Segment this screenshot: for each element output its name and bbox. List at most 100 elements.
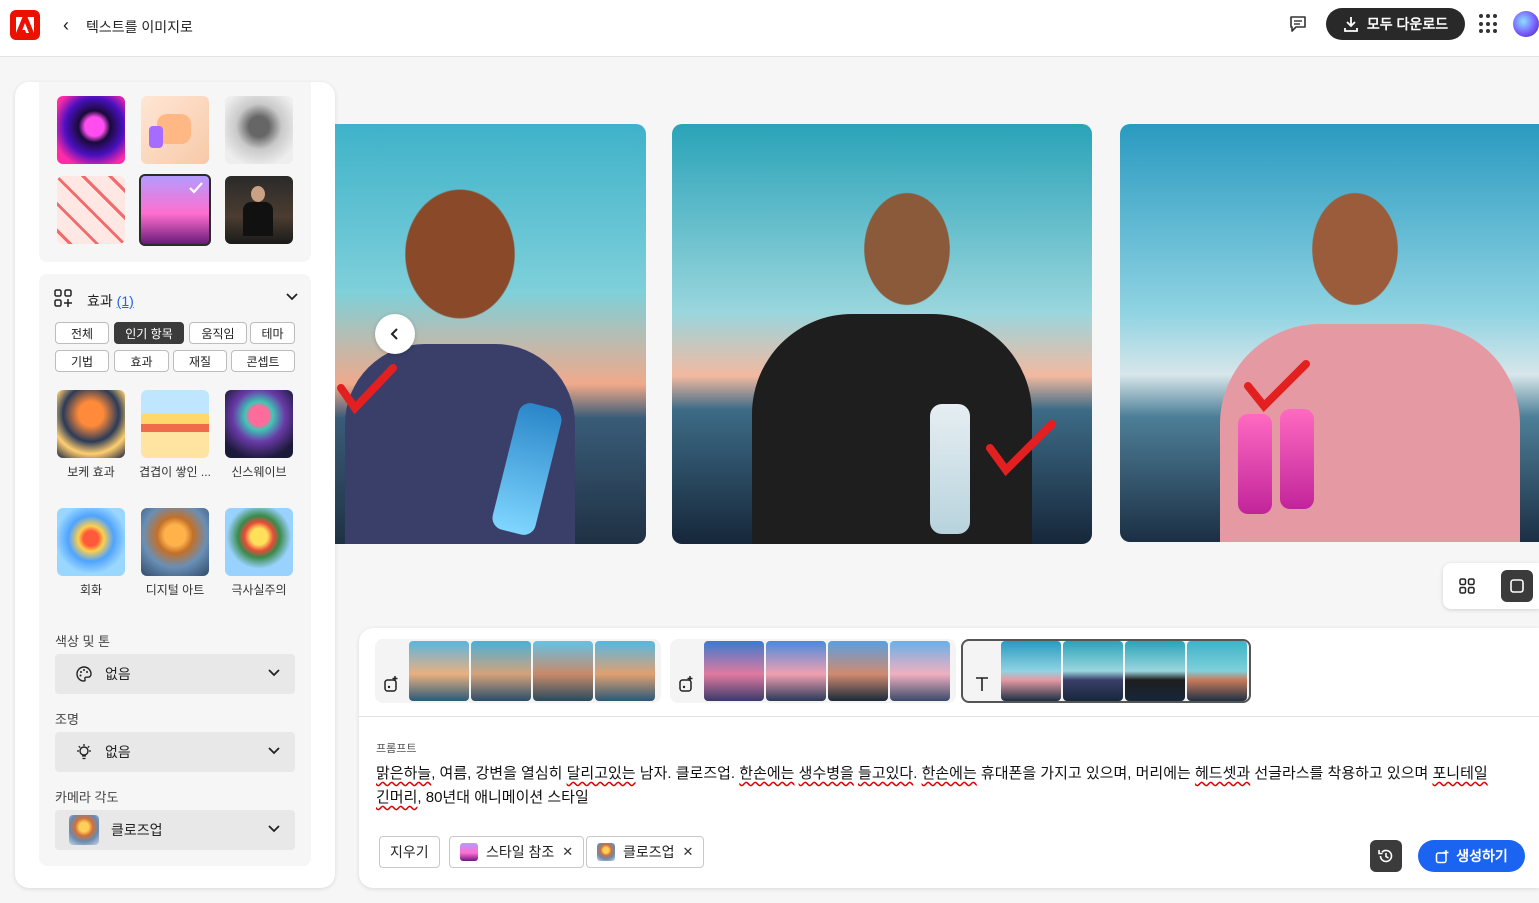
- history-strip-1[interactable]: [375, 639, 661, 703]
- misspelled-word: 포니테일: [1432, 765, 1488, 782]
- prompt-label: 프롬프트: [376, 743, 417, 755]
- generate-button[interactable]: 생성하기: [1418, 840, 1525, 872]
- prompt-text-segment: , 여름, 강변을 열심히: [431, 765, 567, 782]
- filter-chip-effect[interactable]: 효과: [114, 350, 169, 372]
- effect-label-digital-art: 디지털 아트: [145, 583, 205, 597]
- filter-chip-motion[interactable]: 움직임: [189, 322, 247, 344]
- single-view-button[interactable]: [1501, 570, 1533, 602]
- page-title: 텍스트를 이미지로: [86, 19, 193, 35]
- effect-label-bokeh: 보케 효과: [67, 465, 115, 479]
- generated-image-3[interactable]: [1120, 124, 1539, 542]
- chevron-down-icon: [267, 666, 281, 680]
- clear-button[interactable]: 지우기: [379, 836, 440, 868]
- effects-icon: [53, 288, 73, 308]
- misspelled-word: 달리고있는: [566, 765, 636, 782]
- effect-label-hyperrealism: 극사실주의: [231, 583, 287, 597]
- effects-count[interactable]: (1): [117, 293, 134, 309]
- adobe-logo-icon[interactable]: [10, 10, 40, 40]
- prompt-text-segment: 선글라스를 착용하고 있으며: [1250, 765, 1433, 782]
- chevron-left-icon: [390, 328, 398, 340]
- filter-chip-all[interactable]: 전체: [55, 322, 109, 344]
- download-icon: [1344, 17, 1358, 32]
- style-thumb-portrait-suit[interactable]: [225, 176, 293, 244]
- effect-tile-layered[interactable]: [141, 390, 209, 458]
- palette-icon: [75, 665, 93, 683]
- effect-tile-synthwave[interactable]: [225, 390, 293, 458]
- text-prompt-icon: [963, 641, 1001, 701]
- download-all-label: 모두 다운로드: [1366, 16, 1449, 32]
- effect-tile-hyperrealism[interactable]: [225, 508, 293, 576]
- closeup-tag-label: 클로즈업: [623, 844, 675, 860]
- feedback-chat-icon[interactable]: [1287, 13, 1309, 35]
- selected-check-icon: [188, 180, 204, 196]
- prompt-text-segment: .: [913, 765, 922, 782]
- filter-chip-technique[interactable]: 기법: [55, 350, 109, 372]
- effect-label-layered: 겹겹이 쌓인 ...: [139, 465, 211, 479]
- filter-chip-theme[interactable]: 테마: [250, 322, 295, 344]
- previous-image-button[interactable]: [375, 314, 415, 354]
- history-strip-3-selected[interactable]: [961, 639, 1251, 703]
- history-button[interactable]: [1370, 840, 1402, 872]
- misspelled-word: 헤드셋과: [1194, 765, 1251, 782]
- misspelled-word: 맑은하늘: [376, 765, 432, 782]
- style-thumb-pink-clouds[interactable]: [139, 174, 211, 246]
- effect-label-synthwave: 신스웨이브: [231, 465, 287, 479]
- prompt-text-segment: 휴대폰을 가지고 있으며, 머리에는: [976, 765, 1195, 782]
- lighting-dropdown[interactable]: 없음: [55, 732, 295, 772]
- camera-angle-dropdown[interactable]: 클로즈업: [55, 810, 295, 850]
- effects-heading: 효과 (1): [87, 293, 134, 309]
- effect-tile-digital-art[interactable]: [141, 508, 209, 576]
- history-icon: [1378, 849, 1393, 863]
- misspelled-word: 한손에는: [739, 765, 795, 782]
- grid-view-icon[interactable]: [1457, 576, 1477, 596]
- filter-chip-material[interactable]: 재질: [173, 350, 227, 372]
- checkmark-icon: [337, 364, 397, 415]
- style-thumb-neon[interactable]: [57, 96, 125, 164]
- style-thumb-pattern[interactable]: [57, 176, 125, 244]
- camera-angle-label: 카메라 각도: [55, 790, 119, 805]
- remove-tag-icon[interactable]: ✕: [562, 844, 573, 860]
- chevron-down-icon: [267, 822, 281, 836]
- download-all-button[interactable]: 모두 다운로드: [1326, 8, 1465, 40]
- misspelled-word: 생수병을: [798, 765, 854, 782]
- style-ref-generation-icon: [670, 641, 704, 701]
- closeup-thumb-icon: [597, 843, 615, 861]
- back-chevron-icon[interactable]: ‹: [56, 14, 76, 36]
- single-view-icon: [1510, 579, 1524, 593]
- apps-grid-icon[interactable]: [1479, 14, 1499, 34]
- filter-chip-concept[interactable]: 콘셉트: [231, 350, 295, 372]
- top-bar: ‹ 텍스트를 이미지로 모두 다운로드: [0, 0, 1539, 57]
- camera-angle-value: 클로즈업: [111, 822, 163, 838]
- prompt-text-segment: , 80년대 애니메이션 스타일: [417, 789, 589, 806]
- lighting-label: 조명: [55, 712, 79, 727]
- style-reference-gallery: [39, 82, 311, 262]
- effects-collapse-chevron-icon[interactable]: [285, 290, 299, 304]
- style-thumb-3d-thumbsup[interactable]: [141, 96, 209, 164]
- color-tone-value: 없음: [105, 666, 131, 682]
- misspelled-word: 들고있다: [858, 765, 914, 782]
- chevron-down-icon: [267, 744, 281, 758]
- generate-label: 생성하기: [1456, 848, 1508, 864]
- divider: [359, 716, 1539, 717]
- filter-chip-popular[interactable]: 인기 항목: [114, 322, 184, 344]
- prompt-panel: 프롬프트 맑은하늘, 여름, 강변을 열심히 달리고있는 남자. 클로즈업. 한…: [359, 628, 1539, 888]
- effect-tile-bokeh[interactable]: [57, 390, 125, 458]
- avatar[interactable]: [1513, 11, 1539, 37]
- color-tone-dropdown[interactable]: 없음: [55, 654, 295, 694]
- effect-tile-painting[interactable]: [57, 508, 125, 576]
- misspelled-word: 한손에는: [921, 765, 977, 782]
- clear-label: 지우기: [390, 844, 429, 860]
- remove-tag-icon[interactable]: ✕: [683, 844, 694, 860]
- effect-label-painting: 회화: [79, 583, 103, 597]
- generate-icon: [1435, 849, 1449, 863]
- closeup-thumb-icon: [69, 815, 99, 845]
- style-thumb-sketch-bust[interactable]: [225, 96, 293, 164]
- view-toggle: [1443, 563, 1539, 609]
- style-ref-thumb-icon: [460, 843, 478, 861]
- lightbulb-icon: [75, 743, 93, 761]
- prompt-textarea[interactable]: 맑은하늘, 여름, 강변을 열심히 달리고있는 남자. 클로즈업. 한손에는 생…: [376, 762, 1496, 810]
- misspelled-word: 긴머리: [376, 789, 418, 806]
- style-reference-tag: 스타일 참조 ✕: [449, 836, 585, 868]
- history-strip-2[interactable]: [670, 639, 956, 703]
- generated-image-2[interactable]: [672, 124, 1092, 544]
